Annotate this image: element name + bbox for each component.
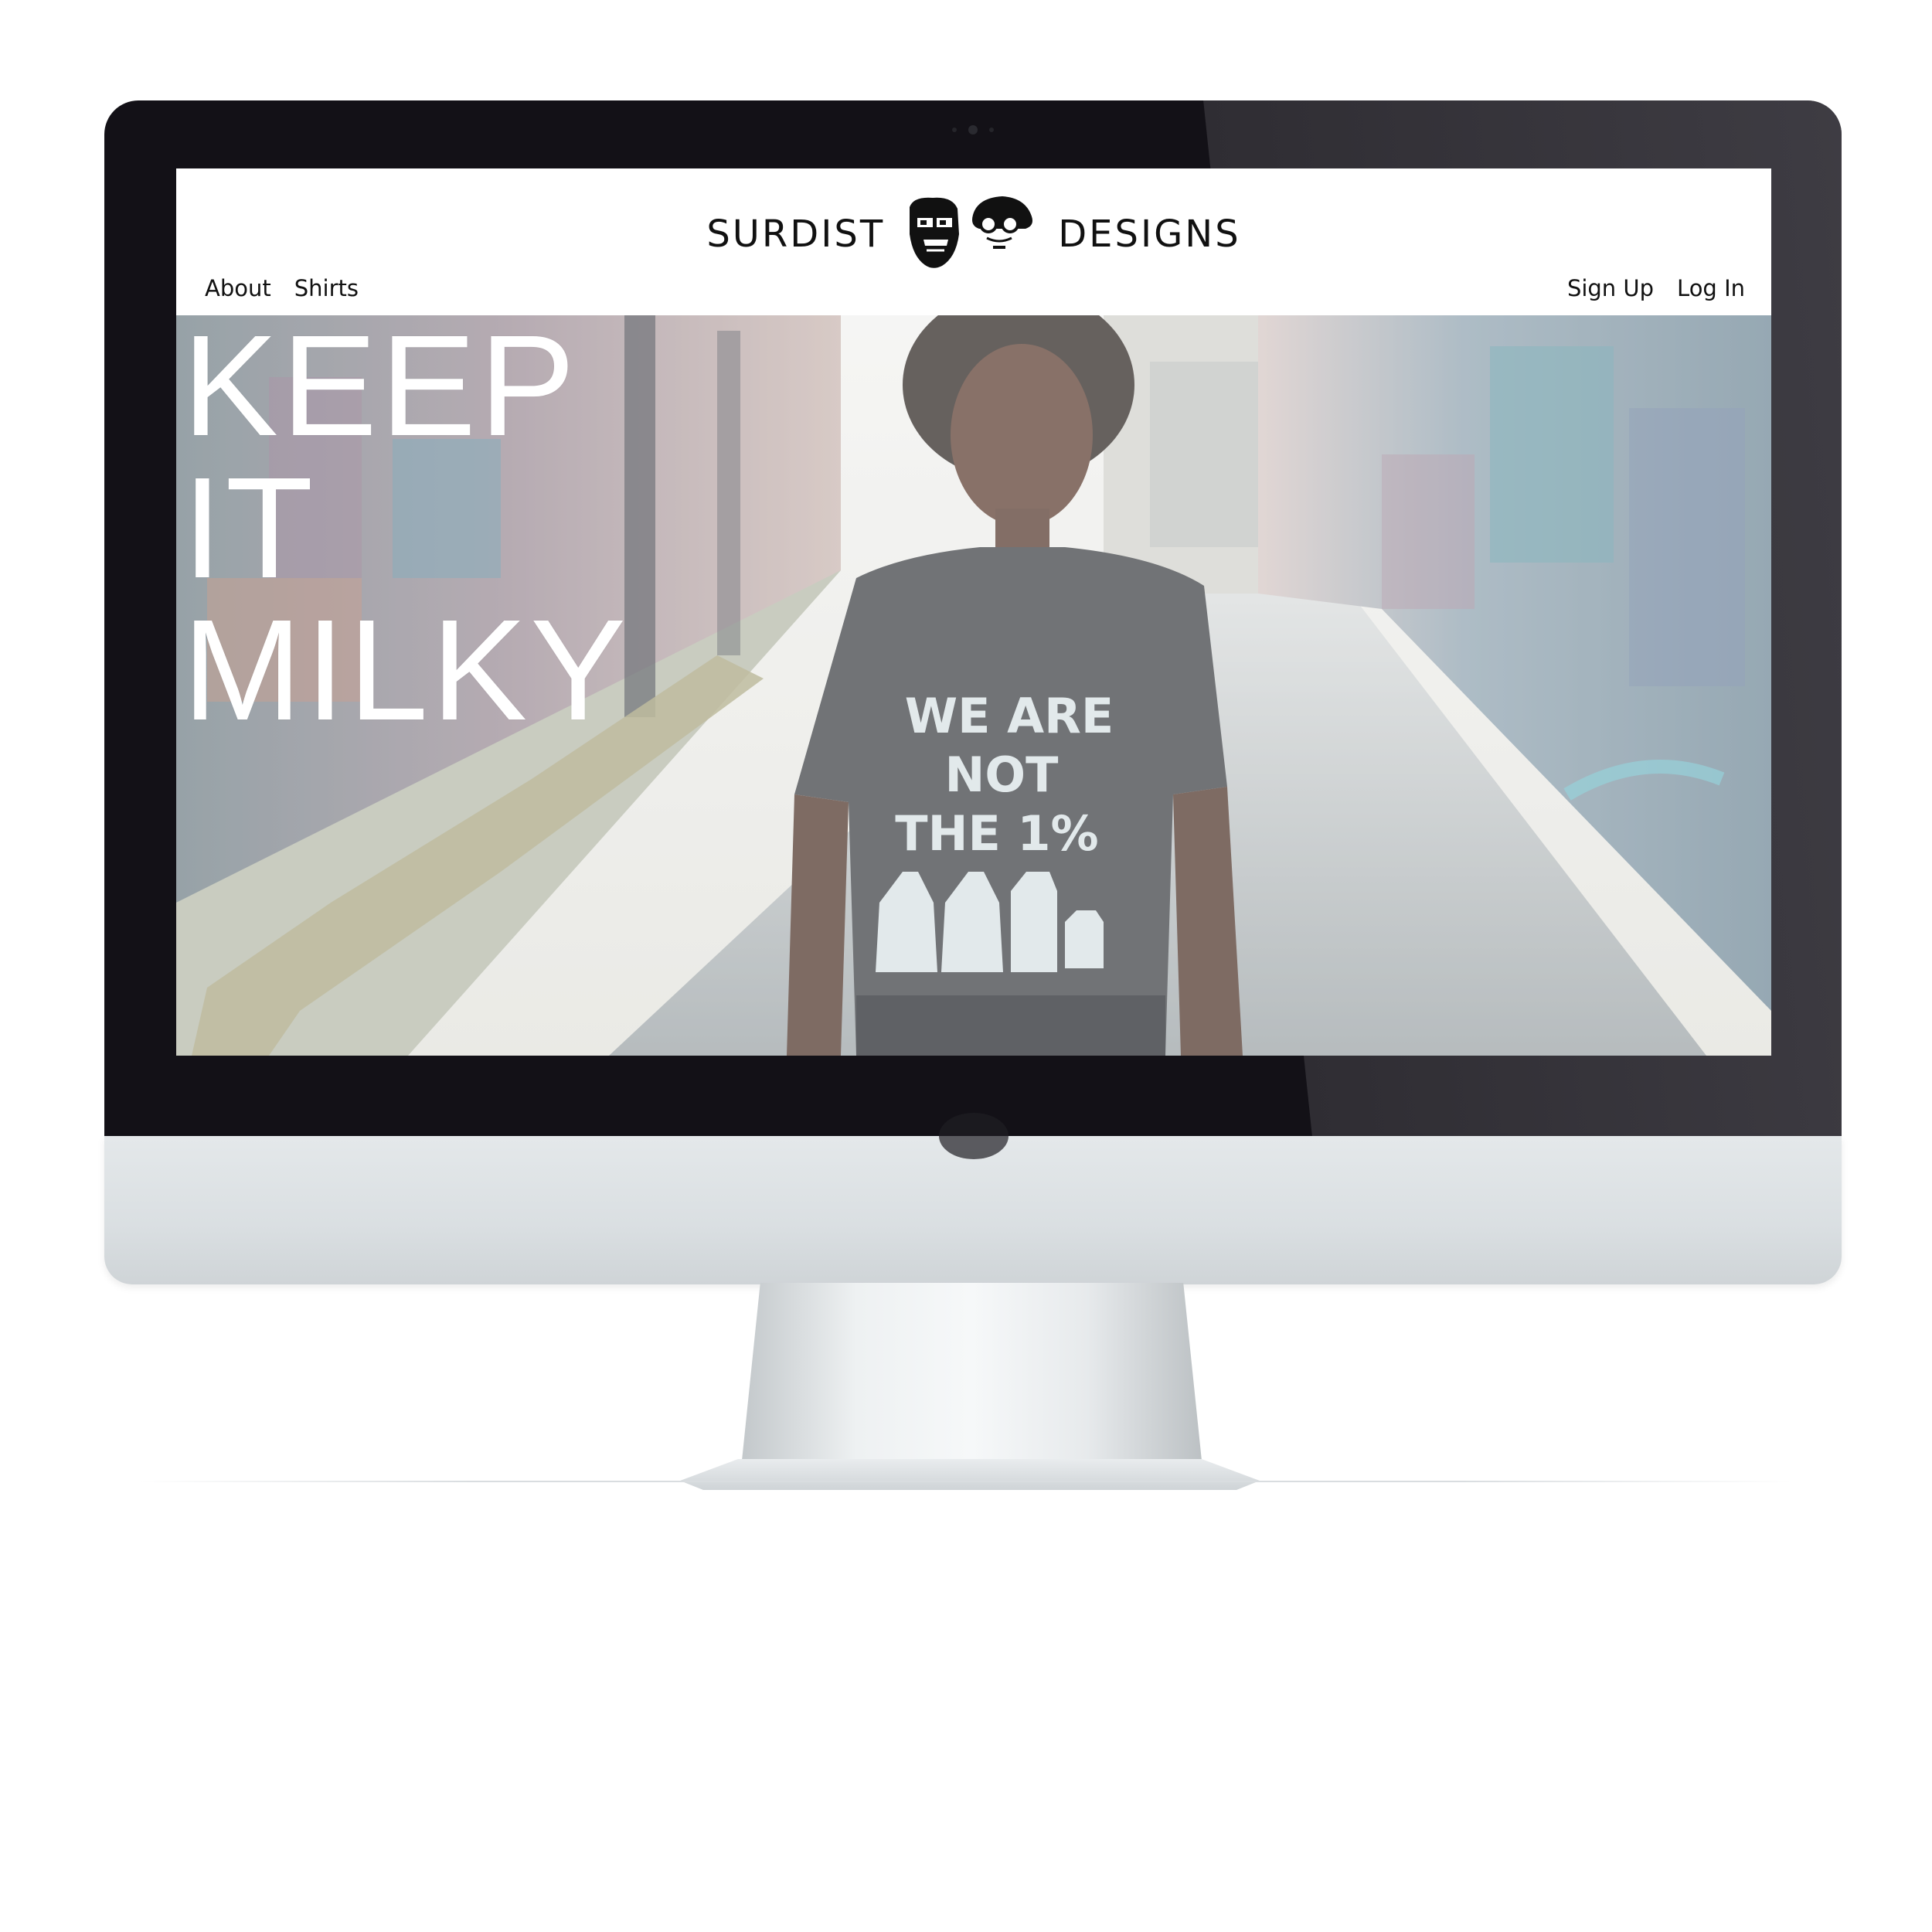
monitor-stand-base bbox=[680, 1459, 1260, 1490]
log-in-link[interactable]: Log In bbox=[1677, 275, 1745, 301]
camera-icon bbox=[968, 125, 978, 134]
brand-right-word: DESIGNS bbox=[1058, 213, 1241, 256]
shirt-text-line-3: THE 1% bbox=[895, 805, 1098, 862]
website-screen: SURDIST DESIGNS About Shirts Sign Up Log… bbox=[176, 168, 1771, 1056]
two-faces-logo-icon bbox=[910, 196, 1033, 268]
nav-about-link[interactable]: About bbox=[205, 275, 271, 301]
headline-line-2: IT bbox=[182, 448, 317, 608]
brand-left-word: SURDIST bbox=[706, 213, 886, 256]
sign-up-link[interactable]: Sign Up bbox=[1567, 275, 1654, 301]
hero-headline: KEEP IT MILKY bbox=[182, 315, 630, 750]
nav-shirts-link[interactable]: Shirts bbox=[294, 275, 359, 301]
account-nav: Sign Up Log In bbox=[1567, 275, 1745, 301]
table-shadow bbox=[139, 1481, 1793, 1482]
logo-bump bbox=[939, 1113, 1009, 1159]
primary-nav: About Shirts bbox=[205, 275, 359, 301]
brand[interactable]: SURDIST DESIGNS bbox=[176, 192, 1771, 277]
milk-carton-small-icon bbox=[1065, 910, 1104, 968]
monitor-stand bbox=[742, 1283, 1202, 1461]
headline-line-1: KEEP bbox=[182, 315, 579, 466]
hero-banner: WE ARE NOT THE 1% KEEP IT MILKY bbox=[176, 315, 1771, 1056]
shirt-text-line-1: WE ARE bbox=[905, 688, 1114, 744]
shirt-text-line-2: NOT bbox=[945, 747, 1059, 803]
milk-carton-icon bbox=[1011, 872, 1057, 972]
site-header: SURDIST DESIGNS About Shirts Sign Up Log… bbox=[176, 168, 1771, 315]
headline-line-3: MILKY bbox=[182, 590, 630, 750]
